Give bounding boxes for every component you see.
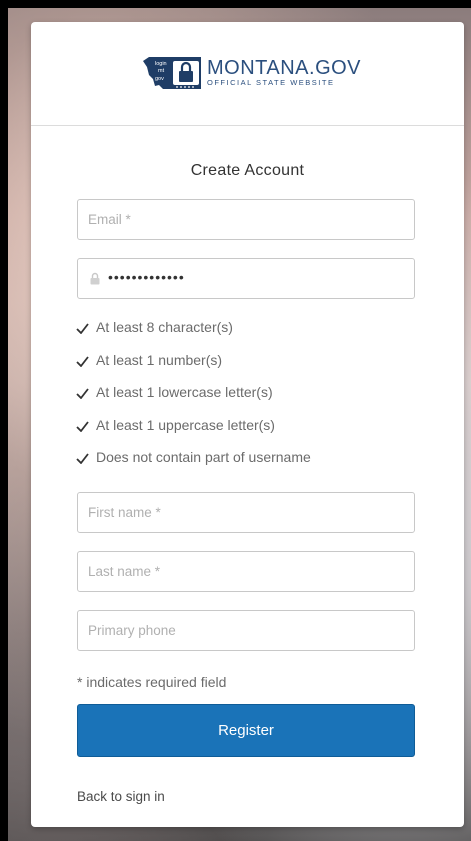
required-field-note: * indicates required field <box>77 674 227 690</box>
logo-text: MONTANA.GOV OFFICIAL STATE WEBSITE <box>207 58 361 88</box>
email-input[interactable] <box>88 200 398 239</box>
window-frame-left <box>0 0 8 841</box>
checkmark-icon <box>76 355 89 367</box>
checkmark-icon <box>76 388 89 399</box>
primary-phone-field[interactable] <box>77 610 415 651</box>
header-logo-area: login mt gov MONTANA.GOV OFFICIAL STATE … <box>31 22 464 126</box>
requirement-item: At least 1 uppercase letter(s) <box>76 417 311 450</box>
form-title: Create Account <box>190 162 305 179</box>
svg-text:login: login <box>155 61 167 67</box>
checkmark-icon <box>76 323 89 334</box>
last-name-field[interactable] <box>77 551 415 592</box>
first-name-field[interactable] <box>77 492 415 533</box>
requirement-item: At least 1 number(s) <box>76 352 311 385</box>
logo-subtitle: OFFICIAL STATE WEBSITE <box>207 78 335 87</box>
requirement-item: At least 8 character(s) <box>76 319 311 352</box>
checkmark-icon <box>76 420 89 432</box>
requirement-text: At least 8 character(s) <box>96 319 233 335</box>
logo-title: MONTANA.GOV <box>207 57 362 79</box>
requirement-text: At least 1 number(s) <box>96 351 223 368</box>
montana-map-lock-icon: login mt gov <box>143 57 201 89</box>
svg-text:gov: gov <box>155 76 164 82</box>
requirement-item: Does not contain part of username <box>76 449 311 482</box>
registration-card: login mt gov MONTANA.GOV OFFICIAL STATE … <box>31 22 464 827</box>
window-frame-top <box>0 0 471 8</box>
email-field[interactable] <box>77 199 415 240</box>
back-to-sign-in-link[interactable]: Back to sign in <box>77 789 165 804</box>
requirement-text: Does not contain part of username <box>96 449 311 465</box>
register-button[interactable]: Register <box>77 704 415 757</box>
checkmark-icon <box>76 453 89 464</box>
requirement-item: At least 1 lowercase letter(s) <box>76 384 311 417</box>
lock-icon <box>90 272 100 285</box>
password-field[interactable]: ••••••••••••• <box>77 258 415 299</box>
password-masked-value: ••••••••••••• <box>108 269 185 285</box>
requirement-text: At least 1 uppercase letter(s) <box>96 416 275 433</box>
requirement-text: At least 1 lowercase letter(s) <box>96 384 273 400</box>
montana-gov-logo[interactable]: login mt gov MONTANA.GOV OFFICIAL STATE … <box>141 55 361 91</box>
svg-text:mt: mt <box>158 68 165 74</box>
first-name-input[interactable] <box>88 493 398 532</box>
last-name-input[interactable] <box>88 552 398 591</box>
primary-phone-input[interactable] <box>88 611 398 650</box>
password-requirements: At least 8 character(s) At least 1 numbe… <box>76 319 311 482</box>
